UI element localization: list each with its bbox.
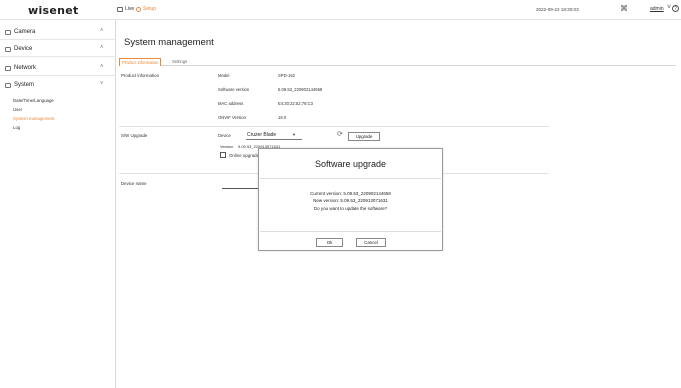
- user-menu[interactable]: admin: [650, 6, 664, 12]
- page-title: System management: [124, 37, 214, 48]
- top-bar: wisenet Live Setup 2022-09-22 18:30:03 ⌘…: [0, 0, 681, 20]
- new-version-text: New version: 5.09.53_220913071631: [313, 198, 388, 203]
- device-name-input[interactable]: [222, 188, 262, 189]
- section-product-information: Product information: [121, 73, 160, 78]
- sidebar-item-label: Device: [14, 46, 33, 52]
- cancel-button[interactable]: Cancel: [356, 238, 386, 247]
- setup-button[interactable]: Setup: [136, 6, 156, 12]
- dialog-title: Software upgrade: [314, 159, 387, 169]
- mac-address-value: E4:30:22:52:78:C3: [278, 101, 313, 106]
- refresh-icon[interactable]: ⟳: [337, 131, 343, 139]
- online-upgrade-label: Online upgrade: [229, 153, 260, 158]
- sidebar-subitem-system-management[interactable]: System management: [13, 116, 55, 121]
- sidebar-subitem-user[interactable]: User: [13, 107, 22, 112]
- dialog-divider: [260, 231, 441, 232]
- sidebar-item-label: System: [14, 82, 35, 88]
- chevron-up-icon: ˄: [100, 45, 104, 51]
- device-select[interactable]: Cruzer Blade ▼: [246, 131, 302, 140]
- tab-settings[interactable]: Settings: [170, 58, 189, 66]
- onvif-version-value: 18.0: [278, 115, 287, 120]
- help-icon[interactable]: ?: [672, 5, 679, 12]
- sidebar-subitem-log[interactable]: Log: [13, 125, 20, 130]
- chevron-up-icon: ˄: [100, 64, 104, 70]
- sidebar-item-camera[interactable]: Camera ˄: [0, 26, 115, 40]
- dialog-divider: [260, 178, 441, 179]
- section-sw-upgrade: S/W Upgrade: [121, 133, 148, 138]
- setup-label: Setup: [143, 6, 157, 12]
- live-button[interactable]: Live: [117, 6, 134, 12]
- sidebar: Camera ˄ Device ˄ Network ˄ System ˅ Dat…: [0, 20, 116, 388]
- network-status-icon[interactable]: ⌘: [620, 4, 628, 14]
- tab-product-information[interactable]: Product information: [119, 58, 162, 66]
- section-device-name: Device name: [121, 181, 147, 186]
- dropdown-arrow-icon: ▼: [292, 132, 296, 137]
- online-upgrade-checkbox[interactable]: [220, 152, 226, 158]
- model-value: SPD-152: [278, 73, 295, 78]
- system-icon: [5, 83, 11, 88]
- chevron-down-icon: ˅: [100, 81, 104, 87]
- chevron-down-icon[interactable]: ˅: [667, 4, 671, 11]
- sidebar-subitem-date-time-language[interactable]: Date/Time/Language: [13, 98, 54, 103]
- model-label: Model: [218, 73, 230, 78]
- device-icon: [5, 47, 11, 52]
- gear-icon: [136, 6, 141, 12]
- monitor-icon: [117, 6, 123, 12]
- software-version-value: 5.09.53_220902144658: [278, 87, 323, 92]
- datetime-display: 2022-09-22 18:30:03: [536, 7, 579, 12]
- onvif-version-label: ONVIF Version: [218, 115, 246, 120]
- software-upgrade-dialog: Software upgrade Current version: 5.09.5…: [258, 148, 443, 251]
- ok-button[interactable]: Ok: [316, 238, 343, 247]
- wisenet-logo: wisenet: [28, 4, 79, 17]
- network-icon: [5, 66, 11, 71]
- device-label: Device: [218, 133, 231, 138]
- software-version-label: Software version: [218, 87, 250, 92]
- version-label: Version: [220, 144, 234, 149]
- upgrade-button[interactable]: Upgrade: [348, 132, 380, 141]
- sidebar-item-system[interactable]: System ˅: [0, 79, 115, 92]
- divider: [119, 126, 549, 127]
- sidebar-item-device[interactable]: Device ˄: [0, 43, 115, 57]
- live-label: Live: [125, 6, 135, 12]
- chevron-up-icon: ˄: [100, 28, 104, 34]
- device-select-value: Cruzer Blade: [247, 132, 277, 138]
- camera-icon: [5, 30, 11, 35]
- current-version-text: Current version: 5.09.53_220902144658: [310, 191, 391, 196]
- mac-address-label: MAC address: [218, 101, 244, 106]
- sidebar-item-label: Camera: [14, 29, 36, 35]
- tab-bar: Product information Settings: [119, 58, 676, 66]
- sidebar-item-network[interactable]: Network ˄: [0, 62, 115, 76]
- sidebar-item-label: Network: [14, 65, 37, 71]
- update-question-text: Do you want to update the software?: [313, 206, 388, 211]
